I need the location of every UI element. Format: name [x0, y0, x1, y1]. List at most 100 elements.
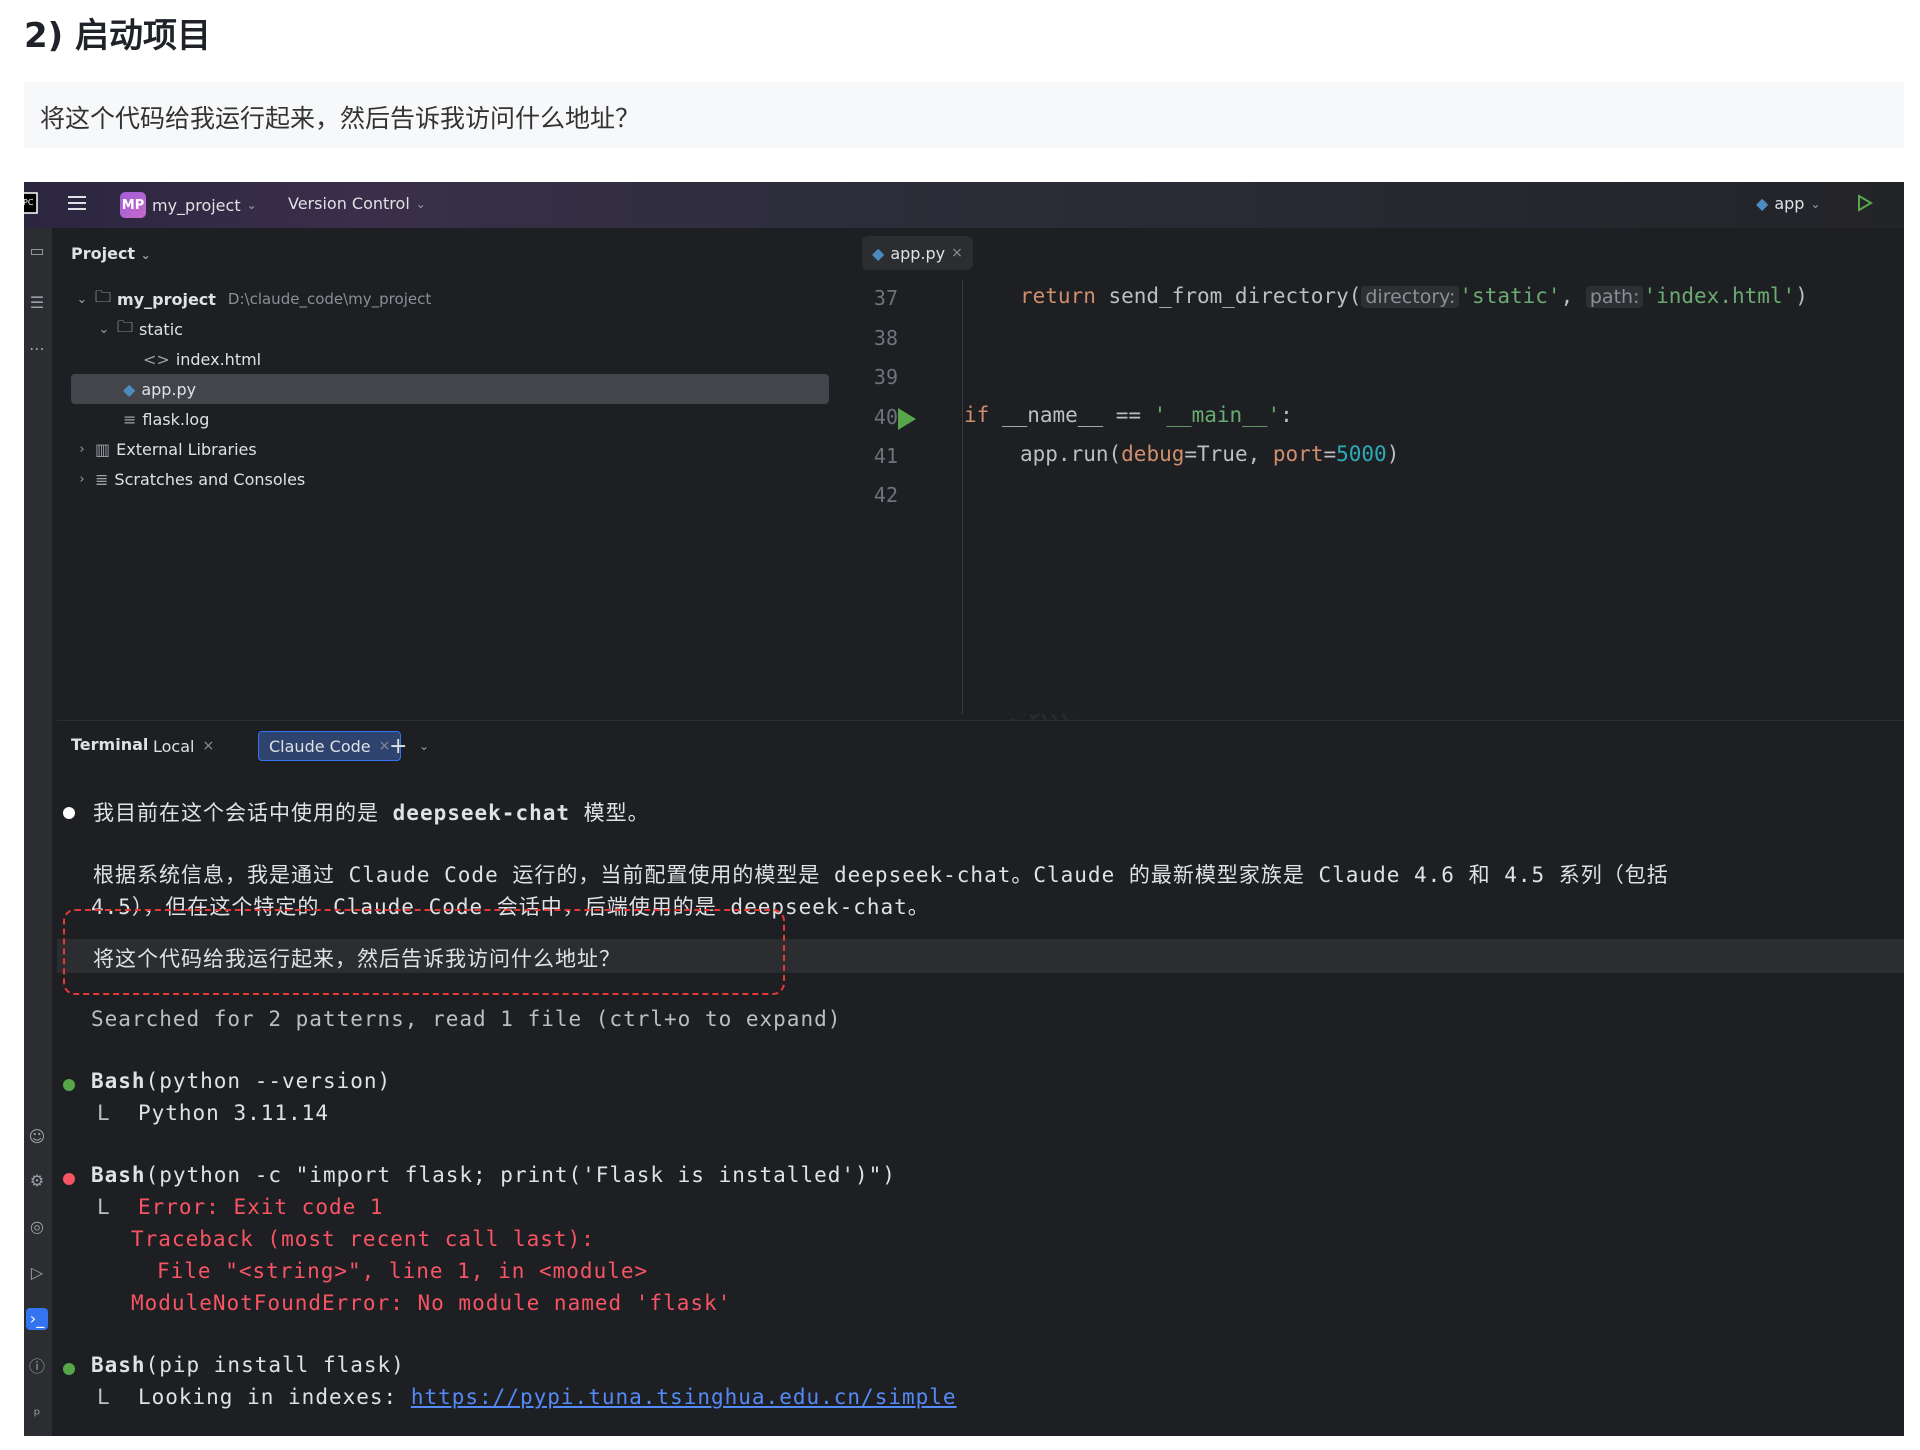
version-control-label: Version Control: [288, 194, 410, 213]
error-text: Traceback (most recent call last):: [131, 1227, 595, 1251]
tab-dropdown-button[interactable]: ⌄: [409, 731, 439, 761]
tree-item-label: flask.log: [142, 409, 210, 429]
terminal-line: Bash(python --version): [91, 1069, 391, 1093]
terminal-text: (pip install flask): [145, 1353, 405, 1377]
python-file-icon: ◆: [123, 379, 136, 399]
run-config-selector[interactable]: ◆ app ⌄: [1756, 194, 1821, 213]
scratches-icon: ≣: [95, 469, 109, 489]
terminal-text: 模型。: [570, 801, 650, 825]
code-line-41: app.run(debug=True, port=5000): [1020, 442, 1399, 466]
editor-tab-app-py[interactable]: ◆ app.py ×: [862, 236, 973, 270]
chevron-right-icon: ›: [79, 441, 85, 457]
tree-item-label: External Libraries: [116, 439, 257, 459]
services-icon[interactable]: ▷: [26, 1262, 48, 1284]
chevron-down-icon: ⌄: [140, 248, 151, 262]
folder-icon: 🗀: [95, 286, 112, 306]
article-heading: 2) 启动项目: [24, 16, 212, 56]
chevron-down-icon: ⌄: [415, 196, 426, 211]
ai-assistant-icon[interactable]: ☺: [26, 1126, 48, 1148]
close-icon[interactable]: ×: [202, 738, 214, 754]
terminal-text: (python -c "import flask; print('Flask i…: [145, 1163, 896, 1187]
error-text: File "<string>", line 1, in <module>: [157, 1259, 649, 1283]
python-file-icon: ◆: [872, 243, 885, 263]
chevron-down-icon: ⌄: [419, 739, 430, 753]
error-text: ModuleNotFoundError: No module named 'fl…: [131, 1291, 732, 1315]
project-panel-title-label: Project: [71, 244, 136, 263]
terminal-line: Searched for 2 patterns, read 1 file (ct…: [91, 1007, 842, 1031]
terminal-tab-bar: Terminal Local × Claude Code × + ⌄: [57, 721, 1904, 769]
code-editor: ◆ app.py × 37 38 39 40 41 42 return send…: [854, 228, 1904, 714]
code-text: send_from_directory(: [1095, 284, 1362, 308]
structure-icon[interactable]: ☰: [26, 292, 48, 314]
code-text: =: [1323, 442, 1337, 466]
highlight-box: [63, 909, 785, 995]
terminal-line: Bash(python -c "import flask; print('Fla…: [91, 1163, 896, 1187]
terminal-line: L Python 3.11.14: [97, 1101, 329, 1125]
tree-root-path: D:\claude_code\my_project: [227, 290, 432, 308]
tree-item-app-py[interactable]: ◆ app.py: [71, 374, 829, 404]
tree-item-flask-log[interactable]: ≡ flask.log: [123, 404, 209, 434]
packages-icon[interactable]: ◎: [26, 1216, 48, 1238]
line-number: 42: [873, 483, 898, 507]
run-gutter-icon[interactable]: [898, 408, 916, 430]
folder-icon[interactable]: ▭: [26, 240, 48, 262]
title-bar: PC MP my_project ⌄ Version Control ⌄ ◆ a…: [24, 182, 1904, 228]
tab-local[interactable]: Local ×: [143, 731, 224, 761]
close-icon[interactable]: ×: [951, 245, 963, 261]
project-selector[interactable]: MP my_project ⌄: [120, 192, 257, 218]
terminal-text: Python 3.11.14: [137, 1101, 329, 1125]
main-menu-icon[interactable]: [66, 194, 88, 212]
chevron-down-icon: ⌄: [246, 198, 257, 212]
svg-text:PC: PC: [24, 198, 34, 207]
chevron-right-icon: ›: [79, 471, 85, 487]
code-text: ): [1795, 284, 1808, 308]
code-string: 'index.html': [1643, 284, 1796, 308]
version-control-menu[interactable]: Version Control ⌄: [288, 194, 426, 213]
chevron-down-icon: ⌄: [98, 321, 110, 337]
terminal-command: Bash: [91, 1353, 146, 1377]
project-name: my_project: [152, 195, 241, 215]
ide-window: AI大模型系列课程-吴百豹 AI大模型系列课程-吴百豹 AI大模型系列课程-吴百…: [24, 182, 1904, 1436]
tree-item-index-html[interactable]: <> index.html: [143, 344, 261, 374]
code-string: 'static': [1459, 284, 1561, 308]
tab-label: Local: [153, 736, 195, 756]
line-number: 38: [873, 326, 898, 350]
success-bullet: [63, 1363, 75, 1375]
plugin-icon[interactable]: ⚙: [26, 1170, 48, 1192]
project-panel-title[interactable]: Project ⌄: [71, 244, 151, 263]
terminal-text: (python --version): [145, 1069, 392, 1093]
terminal-line: L Looking in indexes: https://pypi.tuna.…: [97, 1385, 957, 1409]
terminal-line: L Error: Exit code 1: [97, 1195, 384, 1219]
tree-item-root[interactable]: ⌄ 🗀 my_project D:\claude_code\my_project: [75, 284, 432, 314]
tree-item-scratches[interactable]: › ≣ Scratches and Consoles: [75, 464, 305, 494]
code-text: ,: [1560, 284, 1586, 308]
index-url-link[interactable]: https://pypi.tuna.tsinghua.edu.cn/simple: [411, 1385, 957, 1409]
branch-glyph: L: [97, 1195, 111, 1219]
error-bullet: [63, 1173, 75, 1185]
param-hint: directory:: [1361, 286, 1460, 308]
html-file-icon: <>: [143, 349, 170, 369]
chevron-down-icon: ⌄: [1810, 196, 1821, 211]
code-text: ): [1386, 442, 1400, 466]
tree-item-external-libraries[interactable]: › ▥ External Libraries: [75, 434, 257, 464]
tree-item-static[interactable]: ⌄ 🗀 static: [97, 314, 183, 344]
ide-logo-icon: PC: [24, 192, 38, 214]
code-keyword: return: [1020, 284, 1096, 308]
folder-icon: 🗀: [117, 316, 134, 336]
line-number: 41: [873, 444, 898, 468]
code-number: 5000: [1336, 442, 1387, 466]
git-icon[interactable]: ᵖ: [26, 1404, 48, 1426]
run-button[interactable]: [1856, 194, 1874, 212]
success-bullet: [63, 1079, 75, 1091]
problems-icon[interactable]: ⓘ: [26, 1356, 48, 1378]
terminal-icon[interactable]: ›_: [26, 1308, 48, 1330]
branch-glyph: L: [97, 1101, 111, 1125]
terminal-command: Bash: [91, 1163, 146, 1187]
terminal-text: 我目前在这个会话中使用的是: [93, 801, 393, 825]
project-panel: Project ⌄ ⌄ 🗀 my_project D:\claude_code\…: [57, 228, 847, 714]
terminal-line: Bash(pip install flask): [91, 1353, 405, 1377]
terminal-text: deepseek-chat: [392, 801, 571, 825]
more-icon[interactable]: ⋯: [26, 338, 48, 360]
quote-text: 将这个代码给我运行起来，然后告诉我访问什么地址？: [40, 104, 641, 133]
terminal-text: Looking in indexes:: [137, 1385, 411, 1409]
